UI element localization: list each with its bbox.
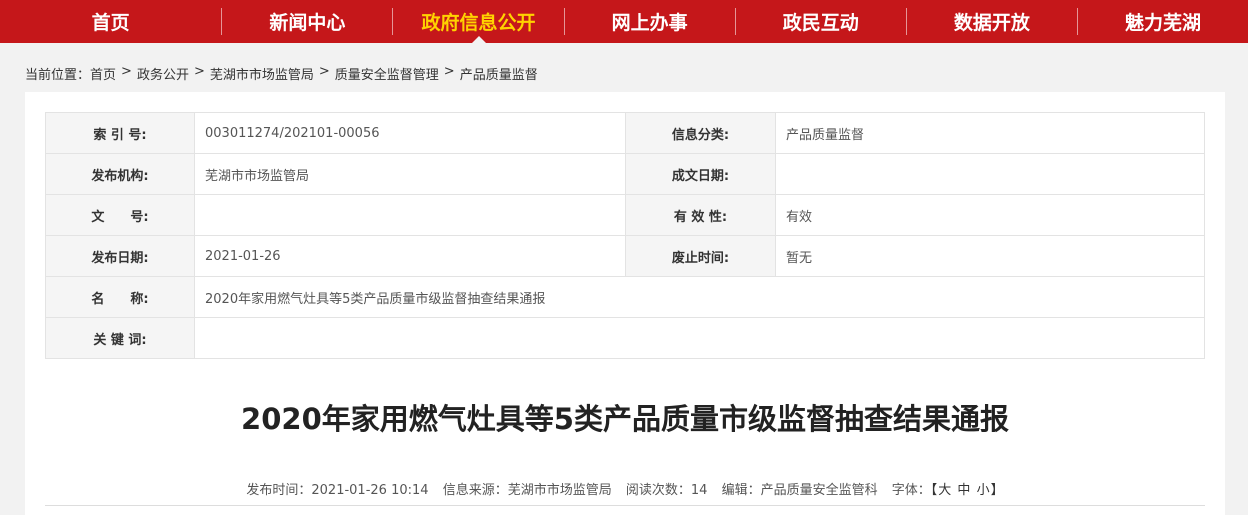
font-size-small-button[interactable]: 小 xyxy=(977,483,990,498)
created-date-label: 成文日期: xyxy=(625,153,776,195)
editor-value: 产品质量安全监管科 xyxy=(760,483,878,498)
category-label: 信息分类: xyxy=(625,112,776,154)
keywords-value xyxy=(194,317,1205,359)
pubtime-label: 发布时间： xyxy=(246,483,312,498)
category-value: 产品质量监督 xyxy=(775,112,1205,154)
nav-item-label: 新闻中心 xyxy=(269,12,346,34)
breadcrumb-separator: > xyxy=(193,64,205,79)
nav-item-open-data[interactable]: 数据开放 xyxy=(907,0,1077,43)
font-size-open-bracket: 【 xyxy=(930,483,938,498)
nav-item-gov-info[interactable]: 政府信息公开 xyxy=(393,0,563,43)
nav-item-charm-wuhu[interactable]: 魅力芜湖 xyxy=(1078,0,1248,43)
table-row: 文 号: 有 效 性: 有效 xyxy=(45,194,1205,236)
table-row: 发布日期: 2021-01-26 废止时间: 暂无 xyxy=(45,235,1205,277)
nav-item-label: 数据开放 xyxy=(953,12,1030,34)
breadcrumb-quality-safety[interactable]: 质量安全监督管理 xyxy=(335,64,439,83)
info-divider xyxy=(45,505,1205,506)
info-meta-table: 索 引 号: 003011274/202101-00056 信息分类: 产品质量… xyxy=(45,112,1205,359)
nav-item-label: 魅力芜湖 xyxy=(1124,12,1201,34)
table-row: 关 键 词: xyxy=(45,317,1205,359)
index-label: 索 引 号: xyxy=(45,112,195,154)
validity-label: 有 效 性: xyxy=(625,194,776,236)
breadcrumb-home[interactable]: 首页 xyxy=(90,64,116,83)
name-label: 名 称: xyxy=(45,276,195,318)
publisher-value: 芜湖市市场监管局 xyxy=(194,153,626,195)
nav-item-online-services[interactable]: 网上办事 xyxy=(565,0,735,43)
reads-count: 14 xyxy=(690,483,708,498)
nav-item-interaction[interactable]: 政民互动 xyxy=(736,0,906,43)
article-title: 2020年家用燃气灶具等5类产品质量市级监督抽查结果通报 xyxy=(241,402,1009,436)
nav-item-news[interactable]: 新闻中心 xyxy=(222,0,392,43)
font-size-label: 字体： xyxy=(891,483,931,498)
breadcrumb-separator: > xyxy=(318,64,330,79)
abolish-date-label: 废止时间: xyxy=(625,235,776,277)
font-size-close-bracket: 】 xyxy=(990,483,1004,498)
pubtime-value: 2021-01-26 10:14 xyxy=(311,483,429,498)
source-value: 芜湖市市场监管局 xyxy=(507,483,612,498)
keywords-label: 关 键 词: xyxy=(45,317,195,359)
publish-date-value: 2021-01-26 xyxy=(194,235,626,277)
publisher-label: 发布机构: xyxy=(45,153,195,195)
index-value: 003011274/202101-00056 xyxy=(194,112,626,154)
doc-number-label: 文 号: xyxy=(45,194,195,236)
doc-number-value xyxy=(194,194,626,236)
font-size-large-button[interactable]: 大 xyxy=(938,483,951,498)
name-value: 2020年家用燃气灶具等5类产品质量市级监督抽查结果通报 xyxy=(194,276,1205,318)
table-row: 名 称: 2020年家用燃气灶具等5类产品质量市级监督抽查结果通报 xyxy=(45,276,1205,318)
table-row: 索 引 号: 003011274/202101-00056 信息分类: 产品质量… xyxy=(45,112,1205,154)
nav-item-label: 网上办事 xyxy=(611,12,688,34)
nav-item-home[interactable]: 首页 xyxy=(0,0,221,43)
breadcrumb-gov-affairs[interactable]: 政务公开 xyxy=(137,64,189,83)
table-row: 发布机构: 芜湖市市场监管局 成文日期: xyxy=(45,153,1205,195)
breadcrumb-separator: > xyxy=(443,64,455,79)
nav-item-label: 首页 xyxy=(91,12,130,34)
nav-item-label: 政府信息公开 xyxy=(421,12,536,34)
editor-label: 编辑： xyxy=(721,483,761,498)
breadcrumb-prefix: 当前位置： xyxy=(25,68,91,83)
breadcrumb-separator: > xyxy=(121,64,132,79)
breadcrumb-market-bureau[interactable]: 芜湖市市场监管局 xyxy=(210,64,314,83)
reads-label: 阅读次数： xyxy=(625,483,691,498)
breadcrumb: 当前位置： 首页 > 政务公开 > 芜湖市市场监管局 > 质量安全监督管理 > … xyxy=(25,64,538,83)
breadcrumb-product-quality[interactable]: 产品质量监督 xyxy=(460,64,538,83)
content-panel: 索 引 号: 003011274/202101-00056 信息分类: 产品质量… xyxy=(25,92,1225,515)
nav-item-label: 政民互动 xyxy=(782,12,859,34)
main-nav: 首页 新闻中心 政府信息公开 网上办事 政民互动 数据开放 魅力芜湖 xyxy=(0,0,1248,43)
publish-date-label: 发布日期: xyxy=(45,235,195,277)
font-size-medium-button[interactable]: 中 xyxy=(957,483,970,498)
active-indicator-arrow xyxy=(471,36,486,43)
source-label: 信息来源： xyxy=(442,483,508,498)
created-date-value xyxy=(775,153,1205,195)
abolish-date-value: 暂无 xyxy=(775,235,1205,277)
article-info-bar: 发布时间：2021-01-26 10:14 信息来源：芜湖市市场监管局 阅读次数… xyxy=(25,479,1225,498)
validity-value: 有效 xyxy=(775,194,1205,236)
